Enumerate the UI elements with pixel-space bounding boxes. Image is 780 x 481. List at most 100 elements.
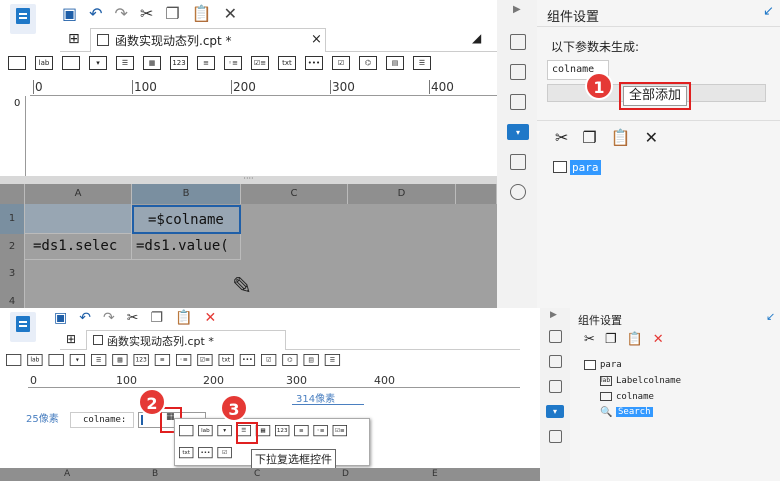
column-header[interactable]: A bbox=[25, 184, 132, 204]
textbox-ctrl-icon[interactable] bbox=[48, 354, 64, 366]
params-icon[interactable] bbox=[510, 64, 526, 80]
tree-item-para[interactable]: para bbox=[570, 160, 601, 175]
tree-ctrl-icon[interactable]: ⌬ bbox=[282, 354, 298, 366]
delete-icon[interactable]: ✕ bbox=[204, 310, 216, 326]
layout-icon[interactable] bbox=[548, 330, 562, 343]
paste-icon[interactable]: 📋 bbox=[175, 310, 192, 326]
label-ctrl-icon[interactable]: lab bbox=[198, 425, 213, 437]
tab-menu-icon[interactable]: ◢ bbox=[472, 31, 481, 45]
widget-settings-icon[interactable]: ▾ bbox=[507, 124, 529, 140]
checkbox-group-ctrl-icon[interactable]: ☑≡ bbox=[332, 425, 347, 437]
column-header[interactable]: B bbox=[152, 469, 158, 479]
close-icon[interactable]: × bbox=[311, 32, 322, 47]
textarea-ctrl-icon[interactable]: ≡ bbox=[294, 425, 309, 437]
label-ctrl-icon[interactable]: lab bbox=[35, 56, 53, 70]
copy-icon[interactable]: ❐ bbox=[582, 128, 596, 147]
collapse-arrow-icon[interactable]: ▶ bbox=[513, 4, 521, 15]
button-ctrl-icon[interactable] bbox=[6, 354, 22, 366]
radio-group-ctrl-icon[interactable]: ◦≡ bbox=[313, 425, 328, 437]
date-ctrl-icon[interactable]: ▦ bbox=[112, 354, 128, 366]
radio-group-ctrl-icon[interactable]: ◦≡ bbox=[224, 56, 242, 70]
table-ctrl-icon[interactable]: ▤ bbox=[303, 354, 319, 366]
save-icon[interactable]: ▣ bbox=[54, 310, 67, 326]
column-header[interactable]: E bbox=[432, 469, 438, 479]
cell-b2[interactable]: =ds1.value( bbox=[132, 234, 241, 260]
dropdown-ctrl-icon[interactable]: ▾ bbox=[217, 425, 232, 437]
list-ctrl-icon[interactable]: ☰ bbox=[324, 354, 341, 366]
tree-item-para[interactable]: para bbox=[600, 360, 622, 370]
stack-icon[interactable] bbox=[510, 154, 526, 170]
app-logo[interactable] bbox=[10, 312, 36, 342]
password-ctrl-icon[interactable]: ••• bbox=[239, 354, 256, 366]
column-header[interactable]: C bbox=[254, 469, 260, 479]
pin-icon[interactable]: ↙ bbox=[763, 4, 774, 19]
paste-icon[interactable]: 📋 bbox=[192, 4, 212, 23]
tree-item-colname[interactable]: colname bbox=[616, 392, 654, 402]
row-header[interactable]: 2 bbox=[0, 234, 25, 260]
checkbox-group-ctrl-icon[interactable]: ☑≡ bbox=[197, 354, 213, 366]
cell-a2[interactable]: =ds1.selec bbox=[25, 234, 132, 260]
text-ctrl-icon[interactable]: txt bbox=[278, 56, 296, 70]
checkbox-ctrl-icon[interactable]: ☑ bbox=[217, 447, 232, 459]
layout-icon[interactable] bbox=[510, 34, 526, 50]
textarea-ctrl-icon[interactable]: ≡ bbox=[154, 354, 171, 366]
delete-icon[interactable]: ✕ bbox=[653, 332, 664, 347]
redo-icon[interactable]: ↷ bbox=[103, 310, 115, 326]
number-ctrl-icon[interactable]: 123 bbox=[275, 425, 290, 437]
date-ctrl-icon[interactable]: ▦ bbox=[143, 56, 161, 70]
column-header[interactable]: B bbox=[132, 184, 241, 204]
save-icon[interactable]: ▣ bbox=[62, 4, 77, 23]
cut-icon[interactable]: ✂ bbox=[555, 128, 568, 147]
text-ctrl-icon[interactable]: txt bbox=[218, 354, 234, 366]
dropdown-ctrl-icon[interactable]: ▾ bbox=[89, 56, 107, 70]
undo-icon[interactable]: ↶ bbox=[89, 4, 102, 23]
grid-icon[interactable]: ⊞ bbox=[68, 31, 80, 47]
textbox-ctrl-icon[interactable] bbox=[62, 56, 80, 70]
paste-icon[interactable]: 📋 bbox=[611, 128, 631, 147]
cut-icon[interactable]: ✂ bbox=[584, 332, 595, 347]
params-icon[interactable] bbox=[548, 355, 562, 368]
link-icon[interactable] bbox=[510, 184, 526, 200]
column-header[interactable]: D bbox=[348, 184, 456, 204]
undo-icon[interactable]: ↶ bbox=[79, 310, 91, 326]
widget-settings-icon[interactable]: ▾ bbox=[546, 405, 564, 418]
document-tab[interactable]: 函数实现动态列.cpt * bbox=[86, 330, 286, 350]
tree-item-labelcolname[interactable]: Labelcolname bbox=[616, 376, 681, 386]
list-ctrl-icon[interactable]: ☰ bbox=[413, 56, 431, 70]
copy-icon[interactable]: ❐ bbox=[165, 4, 179, 23]
document-tab[interactable]: 函数实现动态列.cpt * × bbox=[90, 28, 326, 52]
cut-icon[interactable]: ✂ bbox=[127, 310, 139, 326]
cut-icon[interactable]: ✂ bbox=[140, 4, 153, 23]
column-header[interactable]: D bbox=[342, 469, 349, 479]
app-logo[interactable] bbox=[10, 4, 36, 34]
paste-icon[interactable]: 📋 bbox=[627, 332, 643, 347]
add-all-button[interactable]: 全部添加 bbox=[623, 86, 687, 106]
cell-a1[interactable] bbox=[25, 204, 132, 234]
text-ctrl-icon[interactable]: txt bbox=[179, 447, 194, 459]
row-header[interactable]: 1 bbox=[0, 204, 25, 234]
delete-icon[interactable]: ✕ bbox=[224, 4, 237, 23]
tree-item-search[interactable]: Search bbox=[616, 407, 653, 417]
frame-icon[interactable] bbox=[548, 380, 562, 393]
combo-checkbox-ctrl-icon[interactable]: ☰ bbox=[91, 354, 107, 366]
button-ctrl-icon[interactable] bbox=[8, 56, 26, 70]
radio-group-ctrl-icon[interactable]: ◦≡ bbox=[176, 354, 192, 366]
table-ctrl-icon[interactable]: ▤ bbox=[386, 56, 404, 70]
number-ctrl-icon[interactable]: 123 bbox=[170, 56, 188, 70]
password-ctrl-icon[interactable]: ••• bbox=[305, 56, 323, 70]
column-header[interactable]: A bbox=[64, 469, 70, 479]
password-ctrl-icon[interactable]: ••• bbox=[198, 447, 213, 459]
stack-icon[interactable] bbox=[548, 430, 562, 443]
column-header[interactable]: C bbox=[241, 184, 348, 204]
label-ctrl-icon[interactable]: lab bbox=[27, 354, 43, 366]
number-ctrl-icon[interactable]: 123 bbox=[133, 354, 149, 366]
checkbox-ctrl-icon[interactable]: ☑ bbox=[261, 354, 277, 366]
checkbox-ctrl-icon[interactable]: ☑ bbox=[332, 56, 350, 70]
pin-icon[interactable]: ↙ bbox=[766, 310, 775, 323]
combo-checkbox-ctrl-icon[interactable]: ☰ bbox=[116, 56, 134, 70]
row-header[interactable]: 4 bbox=[0, 288, 25, 308]
collapse-arrow-icon[interactable]: ▶ bbox=[550, 310, 557, 320]
frame-icon[interactable] bbox=[510, 94, 526, 110]
copy-icon[interactable]: ❐ bbox=[605, 332, 617, 347]
checkbox-group-ctrl-icon[interactable]: ☑≡ bbox=[251, 56, 269, 70]
